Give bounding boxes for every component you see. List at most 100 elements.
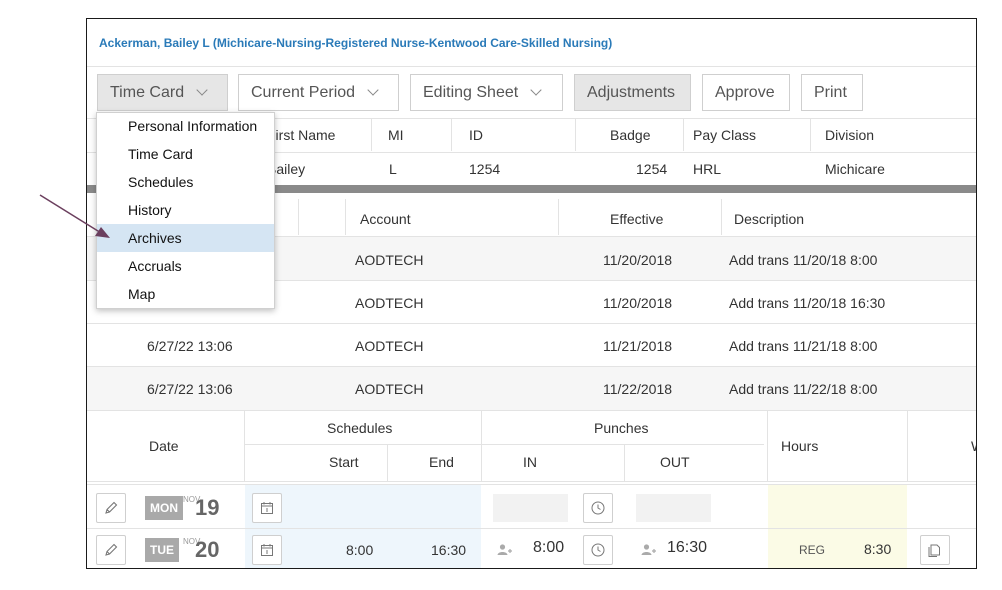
pencil-icon bbox=[105, 501, 118, 514]
archive-description: Add trans 11/20/18 8:00 bbox=[729, 252, 878, 268]
employee-id: 1254 bbox=[469, 161, 501, 177]
table-divider bbox=[87, 323, 976, 324]
punch-clock-button[interactable] bbox=[583, 493, 613, 523]
clock-icon bbox=[591, 543, 605, 557]
menu-item-map[interactable]: Map bbox=[97, 280, 274, 308]
menu-item-personal-information[interactable]: Personal Information bbox=[97, 112, 274, 140]
col-date: Date bbox=[149, 438, 179, 454]
schedule-button[interactable] bbox=[252, 535, 282, 565]
col-id: ID bbox=[469, 127, 483, 143]
col-schedules: Schedules bbox=[327, 420, 393, 436]
timecard-window: Ackerman, Bailey L (Michicare-Nursing-Re… bbox=[86, 18, 977, 569]
edit-day-button[interactable] bbox=[96, 493, 126, 523]
col-divider bbox=[345, 199, 346, 235]
day-number: 20 bbox=[195, 537, 220, 562]
col-out: OUT bbox=[660, 454, 690, 470]
table-divider bbox=[244, 444, 764, 445]
col-divider bbox=[721, 199, 722, 235]
print-button[interactable]: Print bbox=[801, 74, 863, 111]
col-divider bbox=[481, 411, 482, 481]
col-divider bbox=[810, 119, 811, 151]
day-number: 19 bbox=[195, 495, 220, 520]
menu-item-history[interactable]: History bbox=[97, 196, 274, 224]
col-effective: Effective bbox=[610, 211, 664, 227]
add-person-icon[interactable] bbox=[497, 543, 513, 557]
add-person-icon[interactable] bbox=[641, 543, 657, 557]
col-pay-class: Pay Class bbox=[693, 127, 757, 143]
punch-out-time[interactable]: 16:30 bbox=[667, 539, 707, 557]
table-divider bbox=[87, 528, 976, 529]
archive-effective: 11/20/2018 bbox=[603, 295, 673, 311]
menu-item-schedules[interactable]: Schedules bbox=[97, 168, 274, 196]
calendar-icon bbox=[261, 544, 273, 556]
col-description: Description bbox=[734, 211, 805, 227]
copy-button[interactable] bbox=[920, 535, 950, 565]
approve-label: Approve bbox=[715, 83, 775, 101]
col-first-name: First Name bbox=[267, 127, 336, 143]
employee-mi: L bbox=[389, 161, 397, 177]
employee-badge: 1254 bbox=[636, 161, 668, 177]
employee-division: Michicare bbox=[825, 161, 885, 177]
col-hours: Hours bbox=[781, 438, 819, 454]
archive-timestamp: 6/27/22 13:06 bbox=[147, 338, 233, 354]
col-in: IN bbox=[523, 454, 537, 470]
menu-item-time-card[interactable]: Time Card bbox=[97, 140, 274, 168]
adjustments-label: Adjustments bbox=[587, 83, 676, 101]
current-period-label: Current Period bbox=[251, 83, 356, 101]
col-extra: W bbox=[971, 438, 976, 454]
col-divider bbox=[767, 411, 768, 481]
punch-in-empty[interactable] bbox=[493, 494, 568, 522]
punch-out-empty[interactable] bbox=[636, 494, 711, 522]
punch-clock-button[interactable] bbox=[583, 535, 613, 565]
table-divider bbox=[87, 410, 976, 411]
employee-title: Ackerman, Bailey L (Michicare-Nursing-Re… bbox=[99, 36, 613, 50]
menu-item-accruals[interactable]: Accruals bbox=[97, 252, 274, 280]
punch-in-time[interactable]: 8:00 bbox=[533, 539, 564, 557]
menu-item-archives[interactable]: Archives bbox=[97, 224, 274, 252]
day-hours: 8:30 bbox=[864, 541, 892, 557]
col-divider bbox=[907, 411, 908, 481]
day-of-week-badge: MON bbox=[145, 496, 183, 520]
archive-description: Add trans 11/21/18 8:00 bbox=[729, 338, 878, 354]
archive-effective: 11/22/2018 bbox=[603, 381, 673, 397]
table-divider bbox=[87, 481, 976, 482]
edit-day-button[interactable] bbox=[96, 535, 126, 565]
col-divider bbox=[558, 199, 559, 235]
pencil-icon bbox=[105, 543, 118, 556]
calendar-icon bbox=[261, 502, 273, 514]
col-divider bbox=[371, 119, 372, 151]
chevron-down-icon bbox=[196, 84, 208, 96]
adjustments-button[interactable]: Adjustments bbox=[574, 74, 691, 111]
current-period-dropdown-button[interactable]: Current Period bbox=[238, 74, 399, 111]
archive-effective: 11/20/2018 bbox=[603, 252, 673, 268]
time-card-dropdown-button[interactable]: Time Card bbox=[97, 74, 228, 111]
time-card-dropdown-menu: Personal Information Time Card Schedules… bbox=[96, 112, 275, 309]
editing-sheet-dropdown-button[interactable]: Editing Sheet bbox=[410, 74, 563, 111]
col-start: Start bbox=[329, 454, 359, 470]
archive-account: AODTECH bbox=[355, 252, 424, 268]
pay-code: REG bbox=[799, 543, 826, 557]
schedule-button[interactable] bbox=[252, 493, 282, 523]
copy-icon bbox=[928, 544, 940, 557]
editing-sheet-label: Editing Sheet bbox=[423, 83, 519, 101]
col-divider bbox=[387, 445, 388, 481]
archive-description: Add trans 11/20/18 16:30 bbox=[729, 295, 886, 311]
month-label: NOV bbox=[183, 537, 201, 546]
col-division: Division bbox=[825, 127, 875, 143]
print-label: Print bbox=[814, 83, 847, 101]
approve-button[interactable]: Approve bbox=[702, 74, 790, 111]
clock-icon bbox=[591, 501, 605, 515]
col-divider bbox=[244, 411, 245, 481]
schedule-start: 8:00 bbox=[346, 542, 374, 558]
col-end: End bbox=[429, 454, 454, 470]
month-label: NOV bbox=[183, 495, 201, 504]
col-mi: MI bbox=[388, 127, 404, 143]
chevron-down-icon bbox=[367, 84, 379, 96]
archive-account: AODTECH bbox=[355, 295, 424, 311]
archive-account: AODTECH bbox=[355, 381, 424, 397]
title-divider bbox=[87, 66, 976, 67]
time-card-label: Time Card bbox=[110, 83, 185, 101]
employee-pay-class: HRL bbox=[693, 161, 722, 177]
col-divider bbox=[298, 199, 299, 235]
col-divider bbox=[683, 119, 684, 151]
